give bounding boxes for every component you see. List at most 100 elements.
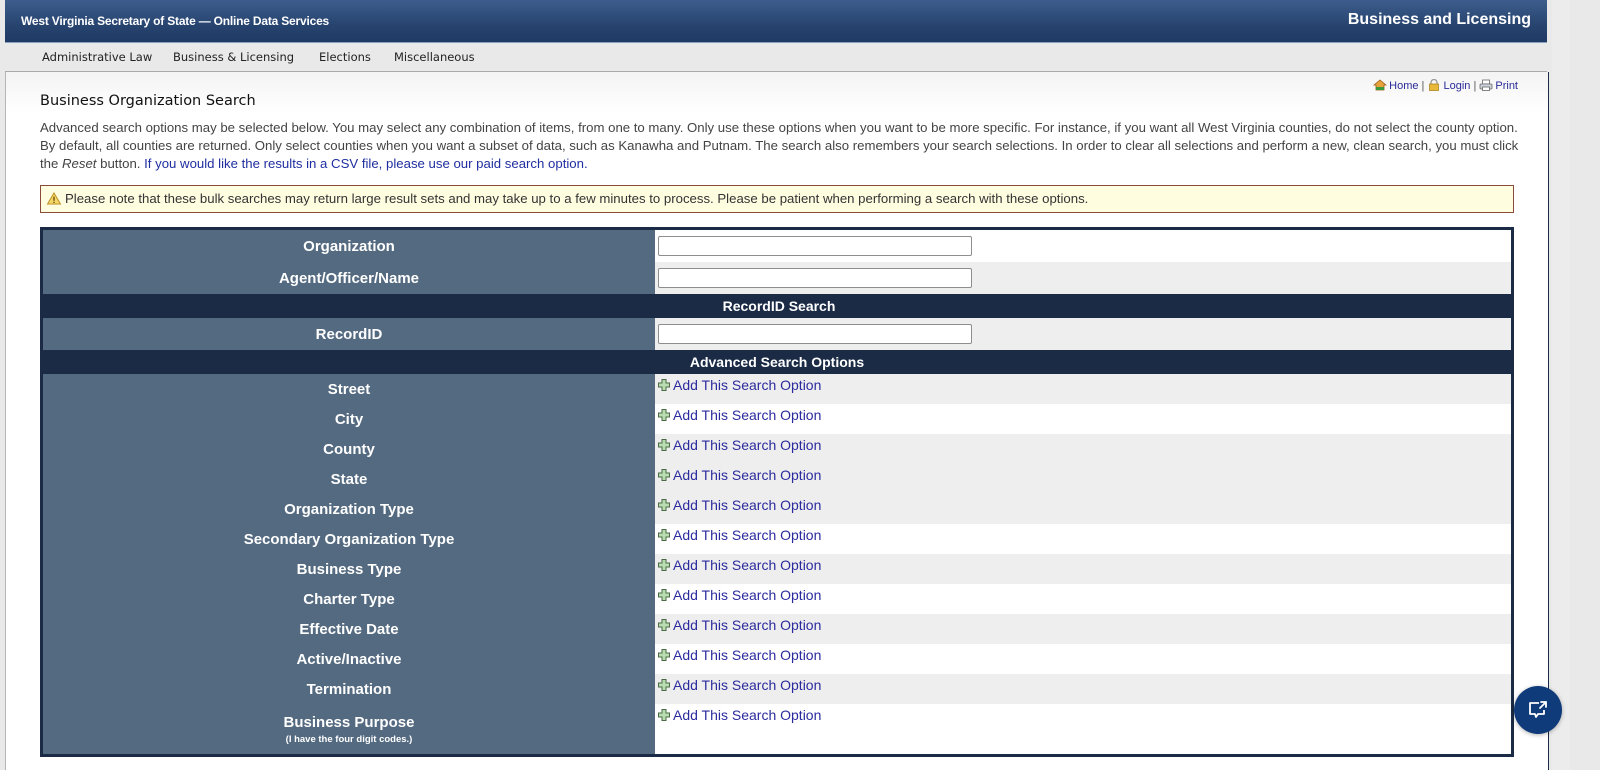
plus-icon (658, 439, 670, 451)
advanced-option-row: Effective Date Add This Search Option (41, 614, 1513, 644)
home-link[interactable]: Home (1389, 80, 1418, 92)
advanced-option-cell: Add This Search Option (655, 554, 1513, 584)
add-search-option-text: Add This Search Option (673, 677, 822, 693)
advanced-option-row: City Add This Search Option (41, 404, 1513, 434)
site-header: West Virginia Secretary of State — Onlin… (5, 0, 1547, 43)
advanced-option-row: County Add This Search Option (41, 434, 1513, 464)
home-icon (1373, 79, 1388, 91)
plus-icon (658, 379, 670, 391)
agent-label: Agent/Officer/Name (41, 262, 655, 294)
main-nav: Administrative Law Business & Licensing … (5, 43, 1547, 72)
advanced-option-label-text: County (323, 440, 375, 458)
advanced-option-cell: Add This Search Option (655, 434, 1513, 464)
print-link[interactable]: Print (1495, 80, 1518, 92)
add-search-option-link[interactable]: Add This Search Option (658, 617, 821, 633)
nav-item-business-licensing[interactable]: Business & Licensing (173, 50, 294, 64)
login-link[interactable]: Login (1443, 80, 1470, 92)
advanced-option-cell: Add This Search Option (655, 704, 1513, 756)
advanced-option-label: Secondary Organization Type (41, 524, 655, 554)
advanced-option-label-text: State (330, 470, 368, 488)
advanced-option-label: City (41, 404, 655, 434)
add-search-option-text: Add This Search Option (673, 527, 822, 543)
content-panel: Home | Login | Print Business Organizati… (5, 72, 1549, 770)
advanced-option-label-text: Organization Type (284, 500, 414, 518)
add-search-option-text: Add This Search Option (673, 497, 822, 513)
add-search-option-link[interactable]: Add This Search Option (658, 467, 821, 483)
add-search-option-text: Add This Search Option (673, 467, 822, 483)
warning-icon (46, 192, 62, 205)
advanced-option-label: Charter Type (41, 584, 655, 614)
advanced-option-label: Effective Date (41, 614, 655, 644)
advanced-option-label-text: Charter Type (303, 590, 395, 608)
form-row-recordid: RecordID (41, 318, 1513, 350)
form-row-agent: Agent/Officer/Name (41, 262, 1513, 294)
add-search-option-link[interactable]: Add This Search Option (658, 437, 821, 453)
add-search-option-link[interactable]: Add This Search Option (658, 497, 821, 513)
page-scrollbar[interactable] (1552, 0, 1570, 770)
chat-button[interactable] (1514, 686, 1562, 734)
organization-input[interactable] (658, 236, 972, 256)
nav-item-elections[interactable]: Elections (319, 50, 371, 64)
separator: | (1473, 80, 1477, 92)
utility-links: Home | Login | Print (1373, 79, 1518, 92)
add-search-option-text: Add This Search Option (673, 587, 822, 603)
advanced-option-cell: Add This Search Option (655, 614, 1513, 644)
advanced-option-label-text: Effective Date (299, 620, 399, 638)
form-row-organization: Organization (41, 228, 1513, 262)
add-search-option-link[interactable]: Add This Search Option (658, 677, 821, 693)
recordid-section-header: RecordID Search (41, 294, 1513, 318)
add-search-option-text: Add This Search Option (673, 647, 822, 663)
add-search-option-text: Add This Search Option (673, 617, 822, 633)
site-title: West Virginia Secretary of State — Onlin… (21, 14, 330, 28)
nav-item-administrative-law[interactable]: Administrative Law (42, 50, 152, 64)
csv-paid-search-link[interactable]: If you would like the results in a CSV f… (144, 156, 588, 171)
intro-text-part2: button. (96, 156, 145, 171)
advanced-option-label-text: Termination (306, 680, 392, 698)
advanced-section-header: Advanced Search Options (41, 350, 1513, 374)
add-search-option-link[interactable]: Add This Search Option (658, 587, 821, 603)
add-search-option-link[interactable]: Add This Search Option (658, 707, 821, 723)
add-search-option-text: Add This Search Option (673, 557, 822, 573)
advanced-option-label: Termination (41, 674, 655, 704)
advanced-option-label-text: Active/Inactive (296, 650, 402, 668)
plus-icon (658, 619, 670, 631)
advanced-options-list: Street Add This Search Option City Add This… (41, 374, 1513, 756)
advanced-option-cell: Add This Search Option (655, 494, 1513, 524)
add-search-option-link[interactable]: Add This Search Option (658, 377, 821, 393)
advanced-option-row: Business Purpose (I have the four digit c… (41, 704, 1513, 756)
advanced-option-cell: Add This Search Option (655, 374, 1513, 404)
lock-icon (1429, 79, 1440, 91)
bulk-search-notice: Please note that these bulk searches may… (40, 185, 1514, 213)
advanced-option-cell: Add This Search Option (655, 584, 1513, 614)
search-form-table: Organization Agent/Officer/Name RecordID… (40, 227, 1514, 757)
advanced-option-cell: Add This Search Option (655, 524, 1513, 554)
advanced-option-label: Business Type (41, 554, 655, 584)
add-search-option-link[interactable]: Add This Search Option (658, 407, 821, 423)
plus-icon (658, 649, 670, 661)
advanced-option-cell: Add This Search Option (655, 644, 1513, 674)
recordid-section-title: RecordID Search (41, 294, 1513, 318)
nav-item-miscellaneous[interactable]: Miscellaneous (394, 50, 475, 64)
advanced-option-label: Organization Type (41, 494, 655, 524)
add-search-option-link[interactable]: Add This Search Option (658, 527, 821, 543)
notice-text: Please note that these bulk searches may… (65, 191, 1089, 206)
chat-external-icon (1529, 701, 1547, 718)
agent-officer-name-input[interactable] (658, 268, 972, 288)
add-search-option-text: Add This Search Option (673, 407, 822, 423)
recordid-input[interactable] (658, 324, 972, 344)
section-title: Business and Licensing (1347, 11, 1531, 28)
reset-word: Reset (62, 156, 97, 171)
advanced-option-label: State (41, 464, 655, 494)
add-search-option-link[interactable]: Add This Search Option (658, 647, 821, 663)
plus-icon (658, 679, 670, 691)
advanced-option-row: Termination Add This Search Option (41, 674, 1513, 704)
separator: | (1421, 80, 1425, 92)
page-title: Business Organization Search (40, 93, 256, 109)
advanced-option-sublabel: (I have the four digit codes.) (285, 733, 413, 745)
advanced-option-row: Secondary Organization Type Add This Sear… (41, 524, 1513, 554)
advanced-section-title: Advanced Search Options (41, 350, 1513, 374)
advanced-option-cell: Add This Search Option (655, 674, 1513, 704)
add-search-option-link[interactable]: Add This Search Option (658, 557, 821, 573)
plus-icon (658, 559, 670, 571)
add-search-option-text: Add This Search Option (673, 707, 822, 723)
